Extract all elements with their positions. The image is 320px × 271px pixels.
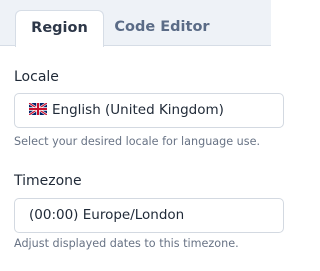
timezone-value: (00:00) Europe/London <box>29 207 185 223</box>
locale-helper-text: Select your desired locale for language … <box>14 135 261 148</box>
timezone-select[interactable]: (00:00) Europe/London <box>14 198 284 233</box>
locale-value: English (United Kingdom) <box>52 102 224 118</box>
tab-region[interactable]: Region <box>15 10 104 47</box>
timezone-helper-text: Adjust displayed dates to this timezone. <box>14 237 239 250</box>
locale-select[interactable]: English (United Kingdom) <box>14 93 284 128</box>
uk-flag-icon <box>29 102 47 115</box>
timezone-label: Timezone <box>14 173 82 189</box>
tab-bar: Region Code Editor <box>0 0 271 47</box>
region-settings-panel: Locale English (United Kingdom) Select y… <box>0 47 284 271</box>
tab-code-editor[interactable]: Code Editor <box>110 10 214 47</box>
locale-label: Locale <box>14 69 59 85</box>
